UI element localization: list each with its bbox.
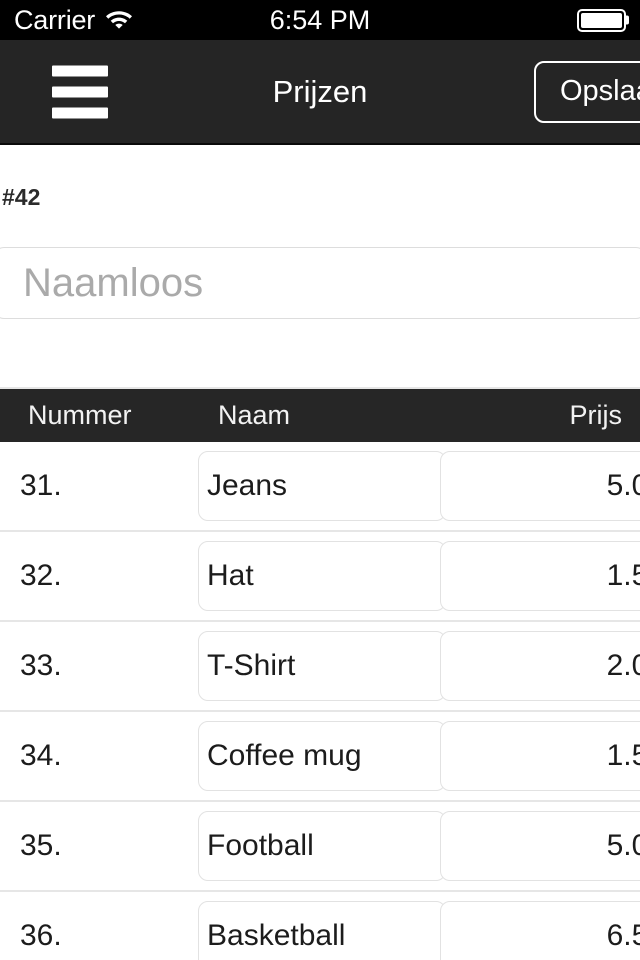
row-price-input[interactable]: [440, 541, 640, 611]
row-name-cell: [198, 541, 446, 611]
status-bar-left: Carrier: [14, 4, 134, 35]
row-price-input[interactable]: [440, 631, 640, 701]
row-price-cell: [440, 811, 640, 881]
app-viewport: Carrier 6:54 PM Prijzen Opslaan: [0, 0, 640, 960]
form-area: #42: [0, 145, 640, 319]
row-name-cell: [198, 811, 446, 881]
prizes-table: Nummer Naam Prijs 31. 32. 33. 34. 35. 36.: [0, 387, 640, 960]
row-name-input[interactable]: [198, 901, 446, 960]
row-name-input[interactable]: [198, 451, 446, 521]
row-number-label: 35.: [20, 829, 62, 862]
row-price-cell: [440, 541, 640, 611]
row-name-cell: [198, 901, 446, 960]
column-header-number: Nummer: [28, 400, 132, 430]
battery-nub: [626, 15, 629, 25]
row-price-cell: [440, 631, 640, 701]
menu-line-3: [52, 107, 108, 118]
record-id-label: #42: [2, 184, 41, 210]
table-body: 31. 32. 33. 34. 35. 36.: [0, 442, 640, 960]
navigation-bar: Prijzen Opslaan: [0, 40, 640, 145]
status-bar: Carrier 6:54 PM: [0, 0, 640, 40]
row-number-label: 34.: [20, 739, 62, 772]
column-header-name: Naam: [218, 400, 291, 430]
hamburger-menu-icon[interactable]: [52, 65, 108, 118]
row-price-input[interactable]: [440, 901, 640, 960]
name-field-wrapper: [0, 209, 640, 319]
row-name-input[interactable]: [198, 541, 446, 611]
row-number-label: 36.: [20, 919, 62, 952]
row-number-label: 32.: [20, 559, 62, 592]
row-price-input[interactable]: [440, 811, 640, 881]
row-price-cell: [440, 451, 640, 521]
menu-line-1: [52, 65, 108, 76]
column-header-price: Prijs: [569, 400, 623, 430]
battery-icon: [577, 8, 629, 32]
table-row: 31.: [0, 442, 640, 532]
row-price-cell: [440, 901, 640, 960]
row-price-input[interactable]: [440, 451, 640, 521]
row-name-cell: [198, 631, 446, 701]
name-input[interactable]: [0, 247, 640, 319]
row-name-input[interactable]: [198, 811, 446, 881]
save-button[interactable]: Opslaan: [534, 60, 640, 123]
row-name-cell: [198, 451, 446, 521]
carrier-label: Carrier: [14, 4, 96, 35]
row-number-label: 31.: [20, 469, 62, 502]
wifi-icon: [104, 7, 134, 34]
row-name-input[interactable]: [198, 721, 446, 791]
menu-line-2: [52, 86, 108, 97]
battery-fill: [581, 12, 622, 28]
row-name-cell: [198, 721, 446, 791]
status-bar-right: [577, 8, 629, 32]
row-price-cell: [440, 721, 640, 791]
table-row: 32.: [0, 532, 640, 622]
table-row: 33.: [0, 622, 640, 712]
row-number-label: 33.: [20, 649, 62, 682]
row-price-input[interactable]: [440, 721, 640, 791]
table-header-row: Nummer Naam Prijs: [0, 389, 640, 442]
table-row: 36.: [0, 892, 640, 960]
table-row: 34.: [0, 712, 640, 802]
table-row: 35.: [0, 802, 640, 892]
row-name-input[interactable]: [198, 631, 446, 701]
